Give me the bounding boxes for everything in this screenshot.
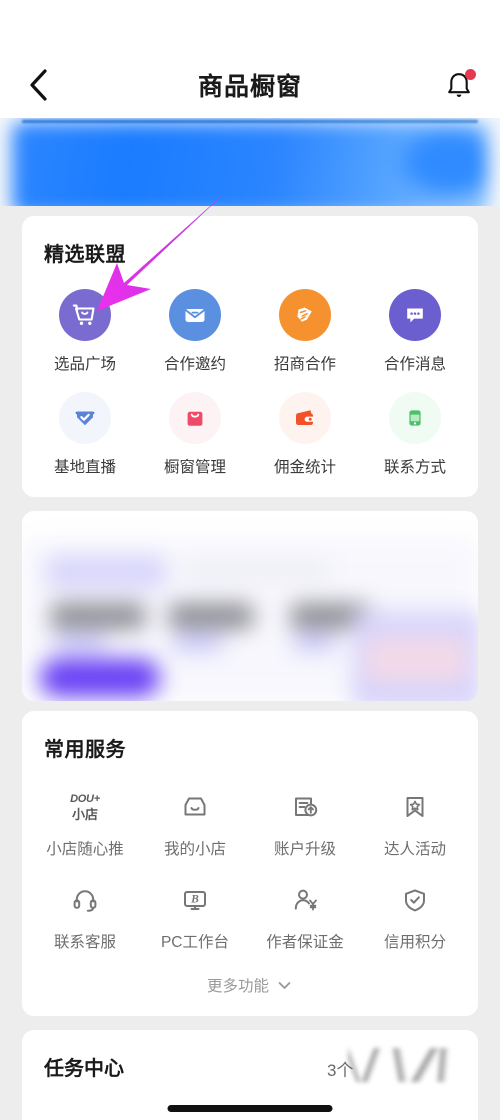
alliance-item-label: 基地直播 — [53, 459, 116, 476]
alliance-item-hezuoxiaoxi[interactable]: 合作消息 — [360, 281, 470, 384]
service-item-label: 作者保证金 — [266, 934, 344, 951]
task-center-title: 任务中心 — [44, 1058, 124, 1080]
task-center-card[interactable]: 任务中心 3个 — [22, 1030, 478, 1120]
alliance-item-label: 联系方式 — [383, 459, 446, 476]
more-functions-label: 更多功能 — [206, 978, 269, 995]
notification-badge-dot — [465, 69, 476, 80]
service-item-label: 账户升级 — [273, 841, 336, 858]
headset-icon — [62, 877, 108, 923]
notifications-button[interactable] — [438, 64, 480, 106]
alliance-item-xuanpin[interactable]: 选品广场 — [30, 281, 140, 384]
dou-logo-top: DOU+ — [70, 792, 100, 805]
banner-blurred-content — [12, 122, 488, 206]
services-title: 常用服务 — [44, 739, 126, 761]
watermark-overlay — [348, 1048, 458, 1082]
dou-plus-store-icon: DOU+ 小店 — [62, 784, 108, 830]
service-item-label: 联系客服 — [53, 934, 116, 951]
alliance-item-jidizhibo[interactable]: 基地直播 — [30, 384, 140, 487]
service-item-label: PC工作台 — [160, 934, 230, 951]
phone-contact-icon — [389, 392, 441, 444]
service-item-xinyongjifen[interactable]: 信用积分 — [360, 869, 470, 962]
promotional-banner[interactable] — [0, 118, 500, 206]
storefront-icon — [172, 784, 218, 830]
service-item-zuozhebaozhengjin[interactable]: 作者保证金 — [250, 869, 360, 962]
shield-check-outline-icon — [392, 877, 438, 923]
shopping-bag-icon — [169, 392, 221, 444]
chevron-left-icon — [30, 69, 47, 101]
services-grid: DOU+ 小店 小店随心推 我的小店 账户升级 达人活动 联系客服 B PC工作… — [22, 762, 478, 972]
alliance-grid: 选品广场 合作邀约 招商合作 合作消息 基地直播 橱窗管理 佣金统计 联系方式 — [22, 267, 478, 497]
service-item-label: 小店随心推 — [46, 841, 124, 858]
service-item-xiaodiansuixintui[interactable]: DOU+ 小店 小店随心推 — [30, 776, 140, 869]
promo-card[interactable] — [22, 511, 478, 701]
alliance-card: 精选联盟 选品广场 合作邀约 招商合作 合作消息 基地直播 橱窗管理 佣金统计 … — [22, 216, 478, 497]
alliance-title: 精选联盟 — [44, 244, 126, 266]
handshake-icon — [279, 289, 331, 341]
app-header: 商品橱窗 — [0, 52, 500, 118]
service-item-label: 信用积分 — [383, 934, 446, 951]
alliance-item-label: 合作消息 — [383, 356, 446, 373]
envelope-icon — [169, 289, 221, 341]
services-card: 常用服务 DOU+ 小店 小店随心推 我的小店 账户升级 达人活动 联系客服 B… — [22, 711, 478, 1016]
page-title: 商品橱窗 — [197, 73, 302, 101]
wallet-icon — [279, 392, 331, 444]
alliance-item-label: 选品广场 — [53, 356, 116, 373]
more-functions-button[interactable]: 更多功能 — [22, 972, 478, 1016]
alliance-item-label: 佣金统计 — [273, 459, 336, 476]
alliance-item-label: 招商合作 — [273, 356, 336, 373]
home-indicator — [167, 1105, 333, 1112]
dou-logo-bottom: 小店 — [71, 806, 98, 822]
alliance-item-lianxifangshi[interactable]: 联系方式 — [360, 384, 470, 487]
alliance-item-hezuoyaoyue[interactable]: 合作邀约 — [140, 281, 250, 384]
service-item-label: 达人活动 — [383, 841, 446, 858]
promo-blurred-content — [22, 511, 478, 701]
svg-text:B: B — [190, 894, 199, 906]
service-item-lianxikefu[interactable]: 联系客服 — [30, 869, 140, 962]
service-item-darenhuodong[interactable]: 达人活动 — [360, 776, 470, 869]
alliance-item-chuchuangguanli[interactable]: 橱窗管理 — [140, 384, 250, 487]
chat-bubble-icon — [389, 289, 441, 341]
service-item-pcgongzuotai[interactable]: B PC工作台 — [140, 869, 250, 962]
shopping-cart-icon — [59, 289, 111, 341]
status-bar — [0, 0, 500, 52]
person-yuan-icon — [282, 877, 328, 923]
shield-check-icon — [59, 392, 111, 444]
star-bookmark-icon — [392, 784, 438, 830]
back-button[interactable] — [18, 65, 58, 105]
service-item-label: 我的小店 — [163, 841, 226, 858]
service-item-zhanghushengji[interactable]: 账户升级 — [250, 776, 360, 869]
alliance-item-yongjintongji[interactable]: 佣金统计 — [250, 384, 360, 487]
alliance-item-label: 橱窗管理 — [163, 459, 226, 476]
chevron-down-icon — [278, 981, 291, 989]
service-item-wodexiaodian[interactable]: 我的小店 — [140, 776, 250, 869]
alliance-item-label: 合作邀约 — [163, 356, 226, 373]
monitor-b-icon: B — [172, 877, 218, 923]
alliance-item-zhaoshang[interactable]: 招商合作 — [250, 281, 360, 384]
account-upgrade-icon — [282, 784, 328, 830]
